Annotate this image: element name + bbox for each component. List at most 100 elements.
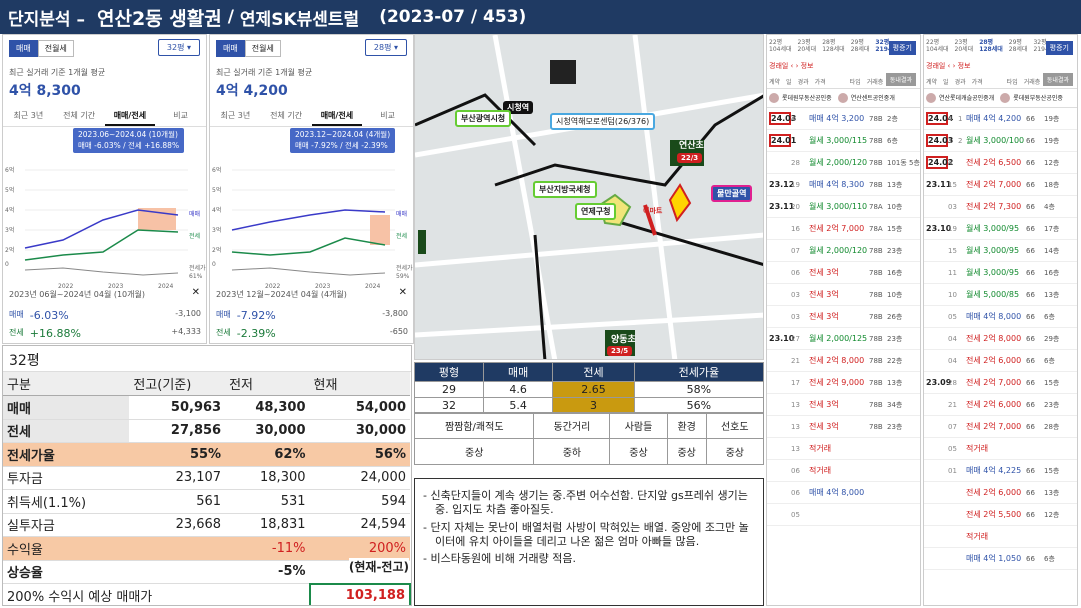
trade-price: 전세 2억 6,000: [966, 400, 1022, 410]
trade-row[interactable]: 06 적거래: [767, 460, 920, 483]
size-tab[interactable]: 23평 20세대: [798, 39, 817, 53]
size-tab[interactable]: 28평 128세대: [979, 39, 1003, 53]
trade-price: 전세 2억 7,000: [809, 224, 865, 234]
eval-header-cell: 짬짬함/쾌적도: [413, 412, 535, 439]
close-icon[interactable]: ✕: [192, 287, 200, 298]
trade-row[interactable]: 03 전세 3억 78B 26층: [767, 306, 920, 329]
trade-price: 전세 2억 8,000: [966, 334, 1022, 344]
calc-cell: 561: [129, 489, 226, 514]
map-label-yeonsan-elem: 연산초: [679, 141, 704, 151]
same-complex-button[interactable]: 동내결과: [1042, 73, 1073, 86]
agent-name[interactable]: 연산롯데캐슬공인중개: [939, 93, 994, 103]
trade-history-panel: 22평 104세대23평 20세대28평 128세대29평 28세대32평 21…: [766, 34, 921, 606]
ytick: 2억: [5, 246, 14, 254]
trade-row[interactable]: 11 월세 3,000/95 66 16층: [924, 262, 1077, 285]
calc-header-cell: 전저: [225, 372, 310, 396]
tab-compare[interactable]: 비교: [362, 107, 413, 126]
tooltip-range: 2023.06~2024.04 (10개월): [78, 130, 178, 139]
trade-row[interactable]: 24.03 4 매매 4억 3,200 78B 2층: [767, 108, 920, 131]
trade-row[interactable]: 03 전세 3억 78B 10층: [767, 284, 920, 307]
trade-row[interactable]: 24.04 4 1 매매 4억 4,200 66 19층: [924, 108, 1077, 131]
size-tab[interactable]: 28평 128세대: [822, 39, 845, 53]
trade-row[interactable]: 06 전세 3억 78B 16층: [767, 262, 920, 285]
tab-rent[interactable]: 전월세: [244, 40, 281, 57]
trade-row[interactable]: 13 전세 3억 78B 34층: [767, 394, 920, 417]
calc-cell: 27,856: [129, 419, 226, 443]
tab-3y[interactable]: 최근 3년: [210, 107, 261, 126]
notes-list: - 신축단지들이 계속 생기는 중.주변 어수선함. 단지앞 gs프레쉬 생기는…: [423, 489, 755, 566]
location-map[interactable]: 시청역 부산광역시청 시청역해모로센텀(26/376) 연산초 22/3 물만골…: [414, 34, 764, 360]
trade-row[interactable]: 21 전세 2억 6,000 66 23층: [924, 394, 1077, 417]
trade-row[interactable]: 04 전세 2억 6,000 66 6층: [924, 350, 1077, 373]
trade-row[interactable]: 13 전세 3억 78B 23층: [767, 416, 920, 439]
trade-day: 07: [948, 422, 957, 431]
trade-row[interactable]: 28 월세 2,000/120 78B 101동 5층: [767, 152, 920, 175]
agent-name[interactable]: 롯데원부동산공인중: [782, 93, 832, 103]
size-tab[interactable]: 23평 20세대: [955, 39, 974, 53]
calc-cell: [129, 536, 226, 561]
trade-row[interactable]: 05: [767, 504, 920, 527]
size-tab[interactable]: 29평 28세대: [851, 39, 870, 53]
tab-sale[interactable]: 매매: [216, 40, 245, 57]
trade-month: 23.10: [926, 224, 952, 234]
trade-row[interactable]: 전세 2억 5,500 66 12층: [924, 504, 1077, 527]
expand-button[interactable]: 평증기: [1045, 41, 1073, 55]
agent-name[interactable]: 연산센트공인중개: [851, 93, 895, 103]
size-select[interactable]: 28평 ▾: [364, 39, 407, 56]
trade-row[interactable]: 24.01 월세 3,000/115 78B 6층: [767, 130, 920, 153]
ytick: 3억: [212, 226, 221, 234]
trade-row[interactable]: 23.11 20 월세 3,000/110 78A 10층: [767, 196, 920, 219]
calc-cell: 24,000: [309, 466, 410, 490]
trade-row[interactable]: 05 매매 4억 8,000 66 6층: [924, 306, 1077, 329]
trade-row[interactable]: 23.11 15 전세 2억 7,000 66 18층: [924, 174, 1077, 197]
trade-row[interactable]: 01 매매 4억 4,225 66 15층: [924, 460, 1077, 483]
trade-row[interactable]: 03 전세 2억 7,300 66 4층: [924, 196, 1077, 219]
size-tab[interactable]: 22평 104세대: [769, 39, 792, 53]
close-icon[interactable]: ✕: [399, 287, 407, 298]
tab-compare[interactable]: 비교: [155, 107, 206, 126]
tab-sale[interactable]: 매매: [9, 40, 38, 57]
title-bar: 단지분석 – 연산2동 생활권 / 연제SK뷰센트럴 (2023-07 / 45…: [0, 0, 1081, 34]
trade-row[interactable]: 17 전세 2억 9,000 78B 13층: [767, 372, 920, 395]
trade-row[interactable]: 23.10 27 월세 2,000/125 78B 23층: [767, 328, 920, 351]
agent-name[interactable]: 롯데원부동산공인중: [1013, 93, 1063, 103]
trade-row[interactable]: 05 적거래: [924, 438, 1077, 461]
legend-ratio: 전세가율: [189, 264, 207, 272]
trade-price: 전세 2억 6,500: [966, 158, 1022, 168]
tab-sale-jeonse[interactable]: 매매/전세: [104, 107, 156, 126]
trade-row[interactable]: 24.03 1 2 월세 3,000/100 66 19층: [924, 130, 1077, 153]
tab-rent[interactable]: 전월세: [37, 40, 74, 57]
trade-row[interactable]: 07 월세 2,000/120 78B 23층: [767, 240, 920, 263]
trade-price: 월세 3,000/95: [966, 268, 1020, 278]
size-select[interactable]: 32평 ▾: [157, 39, 200, 56]
trade-row[interactable]: 24.02 4 전세 2억 6,500 66 12층: [924, 152, 1077, 175]
trade-row[interactable]: 매매 4억 1,050 66 6층: [924, 548, 1077, 571]
trade-row[interactable]: 15 월세 3,000/95 66 14층: [924, 240, 1077, 263]
same-complex-button[interactable]: 동내결과: [885, 73, 916, 86]
trade-row[interactable]: 전세 2억 6,000 66 13층: [924, 482, 1077, 505]
tab-3y[interactable]: 최근 3년: [3, 107, 54, 126]
expand-button[interactable]: 평증기: [888, 41, 916, 55]
trade-row[interactable]: 21 전세 2억 8,000 78B 22층: [767, 350, 920, 373]
trade-row[interactable]: 23.10 19 월세 3,000/95 66 17층: [924, 218, 1077, 241]
tab-all[interactable]: 전체 기간: [261, 107, 312, 126]
range-tooltip: 2023.12~2024.04 (4개월) 매매 -7.92% / 전세 -2.…: [290, 128, 396, 153]
trade-row[interactable]: 16 전세 2억 7,000 78A 15층: [767, 218, 920, 241]
trade-row[interactable]: 06 매매 4억 8,000: [767, 482, 920, 505]
period-tabs: 최근 3년 전체 기간 매매/전세 비교: [210, 107, 413, 127]
trade-row[interactable]: 적거래: [924, 526, 1077, 549]
tab-all[interactable]: 전체 기간: [54, 107, 105, 126]
trade-row[interactable]: 07 전세 2억 7,000 66 28층: [924, 416, 1077, 439]
trade-row[interactable]: 23.09 28 전세 2억 7,000 66 15층: [924, 372, 1077, 395]
trade-row[interactable]: 04 전세 2억 8,000 66 29층: [924, 328, 1077, 351]
trade-floor: 23층: [887, 334, 903, 343]
size-tab[interactable]: 29평 28세대: [1009, 39, 1028, 53]
tab-sale-jeonse[interactable]: 매매/전세: [311, 107, 363, 126]
size-tab[interactable]: 22평 104세대: [926, 39, 949, 53]
trade-row[interactable]: 10 월세 5,000/85 66 13층: [924, 284, 1077, 307]
calc-cell: 55%: [129, 442, 226, 467]
trade-price: 전세 2억 6,000: [966, 488, 1022, 498]
trade-row[interactable]: 23.12 19 매매 4억 8,300 78B 13층: [767, 174, 920, 197]
trade-row[interactable]: 13 적거래: [767, 438, 920, 461]
trade-day: 21: [791, 356, 800, 365]
